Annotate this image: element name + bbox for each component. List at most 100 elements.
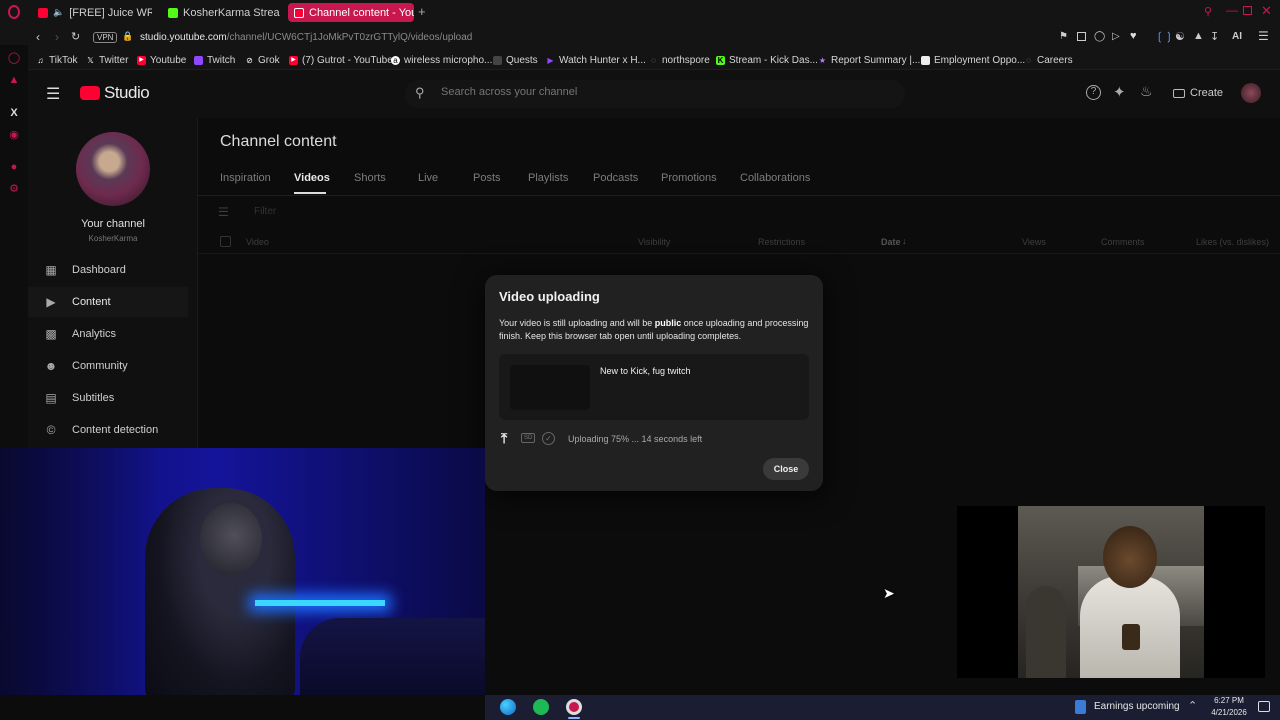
back-icon[interactable]: ‹ — [36, 30, 40, 44]
spotify-icon[interactable] — [533, 699, 549, 715]
column-visibility[interactable]: Visibility — [638, 237, 670, 247]
tab-inspiration[interactable]: Inspiration — [220, 172, 271, 184]
news-widget-icon[interactable] — [1075, 700, 1086, 714]
bookmark-employment[interactable]: Employment Oppo... — [921, 53, 1025, 67]
share-icon[interactable]: ▲ — [1193, 30, 1204, 42]
tab-live[interactable]: Live — [418, 172, 438, 184]
tray-chevron-icon[interactable]: ⌃ — [1188, 699, 1197, 712]
browser-tab-channel-content[interactable]: Channel content - YouTube — [288, 3, 414, 22]
tab-videos[interactable]: Videos — [294, 172, 330, 184]
channel-avatar[interactable] — [76, 132, 150, 206]
channel-name: KosherKarma — [88, 234, 138, 243]
youtube-logo-icon[interactable] — [80, 86, 100, 100]
ai-button[interactable]: AI — [1232, 31, 1242, 42]
filter-icon[interactable]: ☰ — [218, 205, 229, 219]
nav-content-detection[interactable]: © Content detection — [28, 415, 188, 445]
sort-down-icon: ↓ — [902, 236, 907, 246]
upload-video-title[interactable]: New to Kick, fug twitch — [600, 366, 691, 376]
search-tabs-icon[interactable]: ⚲ — [1204, 5, 1212, 18]
opera-menu-icon[interactable] — [8, 5, 20, 19]
minimize-icon[interactable]: — — [1226, 3, 1238, 17]
bookmark-youtube[interactable]: ▶ Youtube — [137, 53, 186, 67]
create-button[interactable]: Create — [1168, 82, 1232, 104]
checks-complete-icon: ✓ — [542, 432, 555, 445]
nav-analytics[interactable]: ▩ Analytics — [28, 319, 188, 349]
column-restrictions[interactable]: Restrictions — [758, 237, 805, 247]
download-icon[interactable]: ↧ — [1210, 30, 1219, 43]
new-tab-icon[interactable]: + — [418, 4, 426, 19]
tab-podcasts[interactable]: Podcasts — [593, 172, 638, 184]
heart-icon[interactable]: ♥ — [1130, 30, 1137, 42]
column-likes[interactable]: Likes (vs. dislikes) — [1196, 237, 1269, 247]
bookmark-northspore[interactable]: ◌ northspore — [649, 53, 710, 67]
bookmark-tiktok[interactable]: ♫ TikTok — [36, 53, 78, 67]
url-field[interactable]: studio.youtube.com/channel/UCW6CTj1JoMkP… — [140, 32, 472, 43]
messenger-icon[interactable]: ◉ — [7, 128, 21, 142]
account-avatar[interactable] — [1241, 83, 1261, 103]
bookmark-careers[interactable]: ◌ Careers — [1024, 53, 1072, 67]
close-window-icon[interactable]: ✕ — [1261, 3, 1272, 19]
bookmark-gutrot[interactable]: ▶ (7) Gutrot - YouTube — [289, 53, 393, 67]
x-sidebar-icon[interactable]: X — [7, 106, 21, 120]
filter-input[interactable]: Filter — [254, 206, 276, 217]
tab-posts[interactable]: Posts — [473, 172, 501, 184]
search-box[interactable]: ⚲ — [405, 80, 905, 108]
history-icon[interactable]: ⚙ — [7, 182, 21, 196]
tab-playlists[interactable]: Playlists — [528, 172, 568, 184]
shield-icon[interactable]: ◯ — [1094, 31, 1105, 42]
browser-tab-juice-wrld[interactable]: 🔈 [FREE] Juice WRLD Ty — [32, 3, 152, 22]
select-all-checkbox[interactable] — [220, 236, 231, 247]
notifications-icon[interactable]: ♨ — [1140, 83, 1153, 100]
search-input[interactable] — [441, 86, 881, 98]
mouse-cursor-icon: ➤ — [883, 585, 895, 601]
browser-tab-kick[interactable]: KosherKarma Stream - W — [162, 3, 280, 22]
hamburger-menu-icon[interactable]: ☰ — [46, 84, 60, 104]
restore-icon[interactable] — [1243, 6, 1252, 15]
wifi-icon[interactable]: ❲❳ — [1155, 30, 1173, 43]
notification-center-icon[interactable] — [1258, 701, 1270, 712]
close-button[interactable]: Close — [763, 458, 809, 480]
nav-subtitles[interactable]: ▤ Subtitles — [28, 383, 188, 413]
tab-collaborations[interactable]: Collaborations — [740, 172, 810, 184]
bookmark-wireless-mic[interactable]: a wireless micropho... — [391, 53, 492, 67]
extensions-icon[interactable]: ☯ — [1175, 30, 1185, 43]
bookmark-twitter[interactable]: 𝕏 Twitter — [86, 53, 128, 67]
clock-date[interactable]: 4/21/2026 — [1207, 708, 1251, 717]
tab-shorts[interactable]: Shorts — [354, 172, 386, 184]
create-video-icon — [1173, 88, 1185, 98]
menu-icon[interactable]: ☰ — [1258, 29, 1269, 43]
bookmark-report-summary[interactable]: ★ Report Summary |... — [818, 53, 920, 67]
bookmark-hunter[interactable]: ▶ Watch Hunter x H... — [546, 53, 645, 67]
bookmark-kick-dashboard[interactable]: K Stream - Kick Das... — [716, 53, 818, 67]
bookmark-twitch[interactable]: Twitch — [194, 53, 235, 67]
clock-time[interactable]: 6:27 PM — [1207, 696, 1251, 705]
music-icon[interactable]: ● — [7, 160, 21, 174]
pin-icon[interactable]: ⚑ — [1059, 31, 1068, 42]
aria-icon[interactable]: ◯ — [7, 51, 21, 65]
vpn-badge[interactable]: VPN — [93, 32, 118, 43]
tab-promotions[interactable]: Promotions — [661, 172, 717, 184]
video-thumbnail — [510, 365, 590, 410]
column-views[interactable]: Views — [1022, 237, 1046, 247]
column-comments[interactable]: Comments — [1101, 237, 1145, 247]
news-widget-label[interactable]: Earnings upcoming — [1094, 701, 1180, 712]
play-icon: ▶ — [547, 55, 554, 65]
column-date[interactable]: Date — [881, 237, 901, 247]
snapshot-icon[interactable] — [1077, 32, 1086, 41]
nav-community[interactable]: ☻ Community — [28, 351, 188, 381]
bookmark-quests[interactable]: Quests — [493, 53, 538, 67]
active-app-indicator — [568, 717, 580, 719]
reload-icon[interactable]: ↻ — [71, 30, 80, 43]
bookmark-grok[interactable]: ⊘ Grok — [245, 53, 280, 67]
sparkle-icon[interactable]: ✦ — [1113, 83, 1126, 101]
nav-content[interactable]: ▶ Content — [28, 287, 188, 317]
column-video[interactable]: Video — [246, 237, 269, 247]
bookmarks-sidebar-icon[interactable]: ▲ — [7, 73, 21, 87]
opera-app-icon[interactable] — [566, 699, 582, 715]
edge-icon[interactable] — [500, 699, 516, 715]
video-clip-overlay — [957, 506, 1265, 678]
forward-icon[interactable]: › — [55, 30, 59, 44]
help-icon[interactable]: ? — [1086, 85, 1101, 100]
player-icon[interactable]: ▷ — [1112, 31, 1120, 42]
nav-dashboard[interactable]: ▦ Dashboard — [28, 255, 188, 285]
